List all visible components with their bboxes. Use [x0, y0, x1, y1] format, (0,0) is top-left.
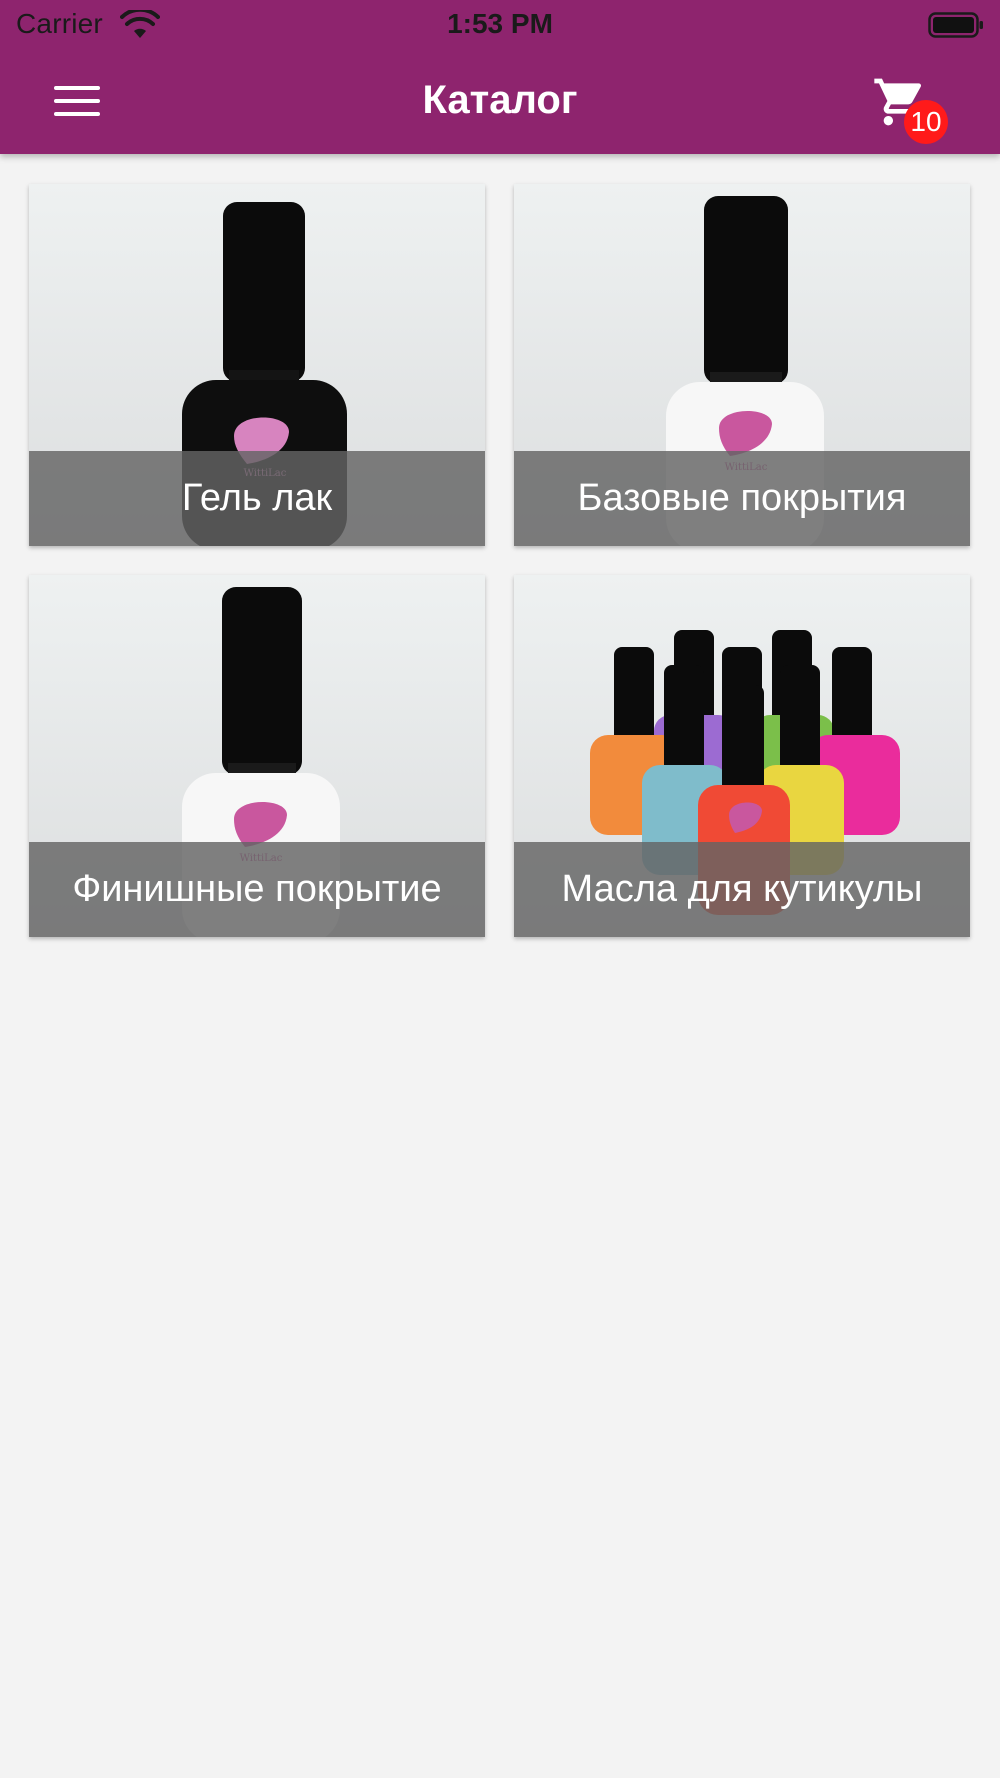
category-label: Финишные покрытие	[29, 842, 485, 937]
category-tile-cuticle-oils[interactable]: Масла для кутикулы	[514, 575, 970, 937]
category-label: Базовые покрытия	[514, 451, 970, 546]
cart-button[interactable]: 10	[872, 74, 952, 144]
battery-icon	[928, 12, 983, 38]
cart-count-badge: 10	[904, 100, 948, 144]
category-label: Гель лак	[29, 451, 485, 546]
app-header: Carrier 1:53 PM Каталог 10	[0, 0, 1000, 154]
category-label: Масла для кутикулы	[514, 842, 970, 937]
status-bar: Carrier 1:53 PM	[0, 0, 1000, 52]
status-time: 1:53 PM	[447, 8, 553, 39]
category-tile-gel-polish[interactable]: WittiLac Гель лак	[29, 184, 485, 546]
catalog-screen: Carrier 1:53 PM Каталог 10 Гель лак Базо…	[0, 0, 1000, 1778]
category-tile-base-coats[interactable]: WittiLac Базовые покрытия	[514, 184, 970, 546]
category-tile-top-coats[interactable]: WittiLac Финишные покрытие	[29, 575, 485, 937]
page-title: Каталог	[422, 78, 578, 122]
